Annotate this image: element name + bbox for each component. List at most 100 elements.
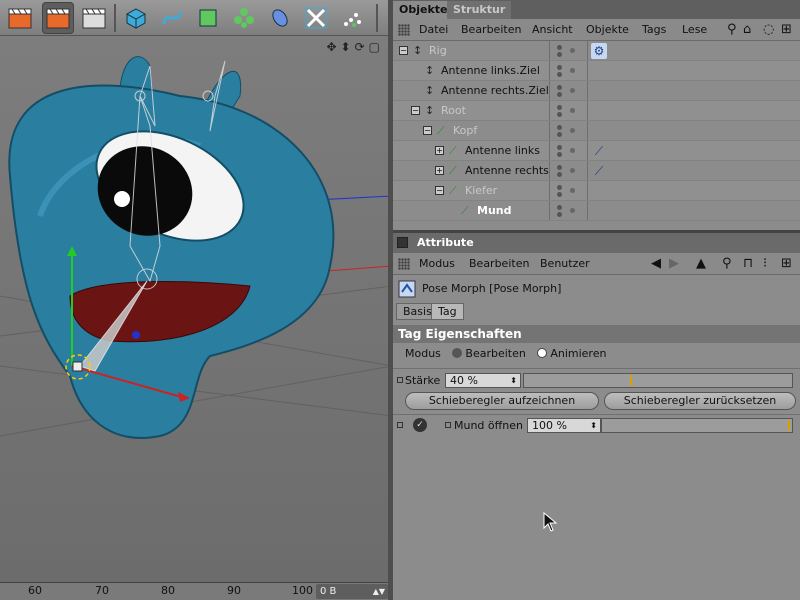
menu-bearbeiten[interactable]: Bearbeiten [461, 23, 521, 36]
spline-icon[interactable] [156, 2, 188, 34]
editor-visibility-dot[interactable] [557, 185, 562, 190]
search-icon[interactable]: ⚲ [727, 22, 737, 37]
keyframe-toggle[interactable] [397, 377, 403, 383]
deformer-icon[interactable] [264, 2, 296, 34]
eye-icon[interactable]: ◌ [763, 22, 774, 37]
clapper-icon[interactable] [4, 2, 36, 34]
collapse-icon[interactable]: − [399, 46, 408, 55]
editor-visibility-dot[interactable] [557, 145, 562, 150]
editor-visibility-dot[interactable] [557, 45, 562, 50]
menu-ansicht[interactable]: Ansicht [532, 23, 573, 36]
enable-dot[interactable] [570, 168, 575, 173]
spinner-icon[interactable]: ⬍ [510, 374, 517, 387]
panel-menu-icon[interactable] [397, 237, 408, 248]
editor-visibility-dot[interactable] [557, 165, 562, 170]
menu-modus[interactable]: Modus [419, 257, 455, 270]
morph-field[interactable]: 100 % ⬍ [527, 418, 601, 433]
expand-icon[interactable]: + [435, 146, 444, 155]
radio-bearbeiten[interactable] [452, 348, 463, 358]
reset-sliders-button[interactable]: Schieberegler zurücksetzen [604, 392, 796, 410]
spinner-icon[interactable]: ⬍ [590, 419, 597, 432]
menu-bearbeiten[interactable]: Bearbeiten [469, 257, 529, 270]
enable-dot[interactable] [570, 128, 575, 133]
render-visibility-dot[interactable] [557, 92, 562, 97]
enable-dot[interactable] [570, 48, 575, 53]
render-visibility-dot[interactable] [557, 112, 562, 117]
tree-row[interactable]: ⟋ Mund [393, 201, 800, 221]
pose-enabled-icon[interactable]: ✓ [413, 418, 427, 432]
morph-slider-handle[interactable] [788, 420, 790, 431]
clapper-settings-icon[interactable] [78, 2, 110, 34]
array-icon[interactable] [228, 2, 260, 34]
morph-slider[interactable] [601, 418, 793, 433]
editor-visibility-dot[interactable] [557, 125, 562, 130]
tree-row[interactable]: + ⟋ Antenne rechts ⟋ [393, 161, 800, 181]
render-visibility-dot[interactable] [557, 52, 562, 57]
timeline[interactable]: 60 70 80 90 100 0 B ▲▼ [0, 582, 392, 600]
ik-tag-icon[interactable]: ⟋ [591, 143, 607, 159]
menu-benutzer[interactable]: Benutzer [540, 257, 590, 270]
spinner-icon[interactable]: ▲▼ [373, 584, 385, 599]
particles-icon[interactable] [336, 2, 368, 34]
editor-visibility-dot[interactable] [557, 65, 562, 70]
render-visibility-dot[interactable] [557, 132, 562, 137]
tree-row[interactable]: − ⟋ Kiefer [393, 181, 800, 201]
new-panel-icon[interactable]: ⊞ [781, 256, 792, 271]
editor-visibility-dot[interactable] [557, 105, 562, 110]
scene-icon[interactable] [300, 2, 332, 34]
tab-objekte[interactable]: Objekte [393, 1, 454, 19]
editor-visibility-dot[interactable] [557, 205, 562, 210]
strength-field[interactable]: 40 % ⬍ [445, 373, 521, 388]
pose-morph-tag-icon[interactable]: ⚙ [591, 43, 607, 59]
new-panel-icon[interactable]: ⊞ [781, 22, 792, 37]
menu-objekte[interactable]: Objekte [586, 23, 629, 36]
expand-icon[interactable]: + [435, 166, 444, 175]
tab-struktur[interactable]: Struktur [447, 1, 512, 19]
strength-slider[interactable] [523, 373, 793, 388]
tree-row[interactable]: + ⟋ Antenne links ⟋ [393, 141, 800, 161]
back-arrow-icon[interactable]: ◀ [651, 256, 661, 271]
tab-tag[interactable]: Tag [431, 303, 464, 320]
strength-slider-handle[interactable] [630, 375, 632, 386]
tree-row[interactable]: − ↕ Rig ⚙ [393, 41, 800, 61]
render-visibility-dot[interactable] [557, 212, 562, 217]
enable-dot[interactable] [570, 208, 575, 213]
menu-lese[interactable]: Lese [682, 23, 707, 36]
collapse-icon[interactable]: − [423, 126, 432, 135]
cube-icon[interactable] [120, 2, 152, 34]
grip-icon[interactable] [398, 24, 410, 36]
keyframe-toggle[interactable] [445, 422, 451, 428]
up-arrow-icon[interactable]: ▲ [696, 256, 706, 271]
keyframe-toggle[interactable] [397, 422, 403, 428]
tree-row[interactable]: − ⟋ Kopf [393, 121, 800, 141]
editor-visibility-dot[interactable] [557, 85, 562, 90]
clapper-render-icon[interactable] [42, 2, 74, 34]
enable-dot[interactable] [570, 88, 575, 93]
render-visibility-dot[interactable] [557, 192, 562, 197]
radio-animieren[interactable] [537, 348, 548, 358]
enable-dot[interactable] [570, 108, 575, 113]
render-visibility-dot[interactable] [557, 72, 562, 77]
render-visibility-dot[interactable] [557, 152, 562, 157]
lock-icon[interactable]: ⊓ [743, 256, 753, 271]
3d-viewport[interactable]: ✥⬍⟳▢ [0, 36, 392, 582]
menu-tags[interactable]: Tags [642, 23, 666, 36]
collapse-icon[interactable]: − [411, 106, 420, 115]
collapse-icon[interactable]: − [435, 186, 444, 195]
enable-dot[interactable] [570, 68, 575, 73]
nurbs-icon[interactable] [192, 2, 224, 34]
tree-row[interactable]: ↕ Antenne rechts.Ziel [393, 81, 800, 101]
search-icon[interactable]: ⚲ [722, 256, 732, 271]
tree-row[interactable]: ↕ Antenne links.Ziel [393, 61, 800, 81]
settings-icon[interactable]: ⁝ [763, 256, 767, 271]
menu-datei[interactable]: Datei [419, 23, 448, 36]
record-sliders-button[interactable]: Schieberegler aufzeichnen [405, 392, 599, 410]
forward-arrow-icon[interactable]: ▶ [669, 256, 679, 271]
tree-row[interactable]: − ↕ Root [393, 101, 800, 121]
render-visibility-dot[interactable] [557, 172, 562, 177]
viewport-nav-icons[interactable]: ✥⬍⟳▢ [326, 40, 384, 54]
home-icon[interactable]: ⌂ [743, 22, 751, 37]
frame-field[interactable]: 0 B ▲▼ [316, 584, 388, 599]
ik-tag-icon[interactable]: ⟋ [591, 163, 607, 179]
enable-dot[interactable] [570, 148, 575, 153]
